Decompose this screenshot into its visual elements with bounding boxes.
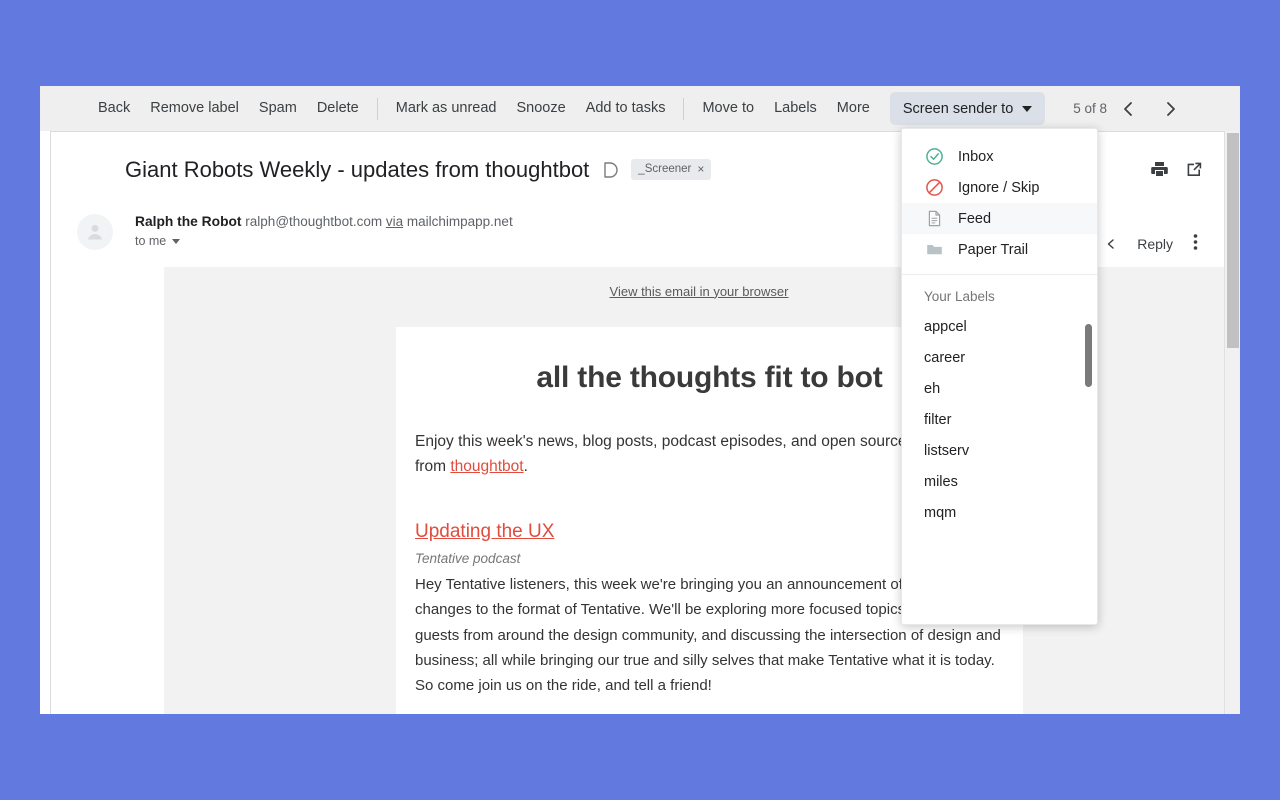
page-scrollbar-track[interactable] (1224, 131, 1240, 714)
dropdown-option-label: Ignore / Skip (958, 179, 1040, 196)
document-icon (924, 209, 944, 229)
check-circle-icon (924, 147, 944, 167)
print-icon[interactable] (1150, 160, 1169, 179)
sender-via-domain: mailchimpapp.net (406, 214, 513, 229)
page-scrollbar-thumb[interactable] (1227, 133, 1239, 348)
avatar (77, 214, 113, 250)
chevron-left-icon (1123, 101, 1132, 116)
sender-via-word[interactable]: via (386, 214, 403, 229)
reply-arrow-icon[interactable] (1106, 237, 1123, 252)
dropdown-scrollbar-thumb[interactable] (1085, 324, 1092, 387)
move-to-button[interactable]: Move to (692, 86, 764, 131)
dropdown-label-miles[interactable]: miles (902, 466, 1097, 497)
label-chip-text: _Screener (638, 163, 692, 175)
dropdown-option-label: Paper Trail (958, 241, 1029, 258)
dropdown-label-career[interactable]: career (902, 342, 1097, 373)
snooze-button[interactable]: Snooze (506, 86, 575, 131)
recipient-label: to me (135, 234, 167, 248)
add-to-tasks-button[interactable]: Add to tasks (576, 86, 676, 131)
chevron-right-icon (1166, 101, 1175, 116)
previous-email-button[interactable] (1107, 86, 1149, 131)
chevron-down-icon (172, 238, 181, 244)
recipient-expander[interactable]: to me (135, 234, 513, 248)
dropdown-option-label: Inbox (958, 148, 994, 165)
toolbar-divider-2 (683, 97, 685, 120)
email-toolbar: Back Remove label Spam Delete Mark as un… (40, 86, 1240, 131)
dropdown-option-paper-trail[interactable]: Paper Trail (902, 234, 1097, 265)
remove-label-button[interactable]: Remove label (140, 86, 249, 131)
open-in-new-window-icon[interactable] (1185, 160, 1204, 179)
more-button[interactable]: More (827, 86, 880, 131)
dropdown-option-label: Feed (958, 210, 992, 227)
sender-email: ralph@thoughtbot.com (245, 214, 383, 229)
article-title-link[interactable]: Updating the UX (415, 521, 554, 543)
screener-inbox-icon (601, 161, 619, 179)
dropdown-label-appcel[interactable]: appcel (902, 311, 1097, 342)
dropdown-option-feed[interactable]: Feed (902, 203, 1097, 234)
dropdown-option-inbox[interactable]: Inbox (902, 141, 1097, 172)
next-email-button[interactable] (1149, 86, 1191, 131)
your-labels-header: Your Labels (924, 289, 995, 304)
screen-sender-dropdown-menu: Inbox Ignore / Skip Feed Paper Trail You… (901, 128, 1098, 625)
dropdown-scroll-area: Inbox Ignore / Skip Feed Paper Trail You… (902, 129, 1097, 584)
dropdown-label-eh[interactable]: eh (902, 373, 1097, 404)
header-icon-group (1150, 160, 1204, 179)
pager-count: 5 of 8 (1073, 101, 1108, 116)
chevron-down-icon (1022, 105, 1033, 112)
folder-icon (924, 240, 944, 260)
spam-button[interactable]: Spam (249, 86, 307, 131)
sender-name: Ralph the Robot (135, 214, 242, 229)
person-icon (88, 224, 102, 240)
toolbar-divider-1 (376, 97, 378, 120)
browser-viewport: Back Remove label Spam Delete Mark as un… (40, 86, 1240, 714)
dropdown-label-filter[interactable]: filter (902, 404, 1097, 435)
dropdown-label-mqm[interactable]: mqm (902, 497, 1097, 528)
dropdown-label-listserv[interactable]: listserv (902, 435, 1097, 466)
more-options-icon[interactable] (1187, 233, 1204, 256)
sender-line: Ralph the Robot ralph@thoughtbot.com via… (135, 214, 513, 229)
view-in-browser-link[interactable]: View this email in your browser (610, 284, 789, 299)
intro-text-after: . (523, 458, 528, 475)
mark-as-unread-button[interactable]: Mark as unread (386, 86, 507, 131)
page-title: Giant Robots Weekly - updates from thoug… (125, 156, 590, 182)
reply-button[interactable]: Reply (1137, 236, 1173, 252)
back-button[interactable]: Back (88, 86, 140, 131)
prohibition-icon (924, 178, 944, 198)
delete-button[interactable]: Delete (307, 86, 369, 131)
screen-sender-to-label: Screen sender to (902, 100, 1014, 117)
sender-meta: Ralph the Robot ralph@thoughtbot.com via… (135, 207, 513, 267)
dropdown-option-ignore-skip[interactable]: Ignore / Skip (902, 172, 1097, 203)
close-icon[interactable]: × (697, 162, 704, 176)
screener-label-chip[interactable]: _Screener × (631, 159, 712, 180)
labels-button[interactable]: Labels (764, 86, 827, 131)
thoughtbot-link[interactable]: thoughtbot (450, 458, 523, 475)
screen-sender-to-button[interactable]: Screen sender to (889, 92, 1046, 125)
